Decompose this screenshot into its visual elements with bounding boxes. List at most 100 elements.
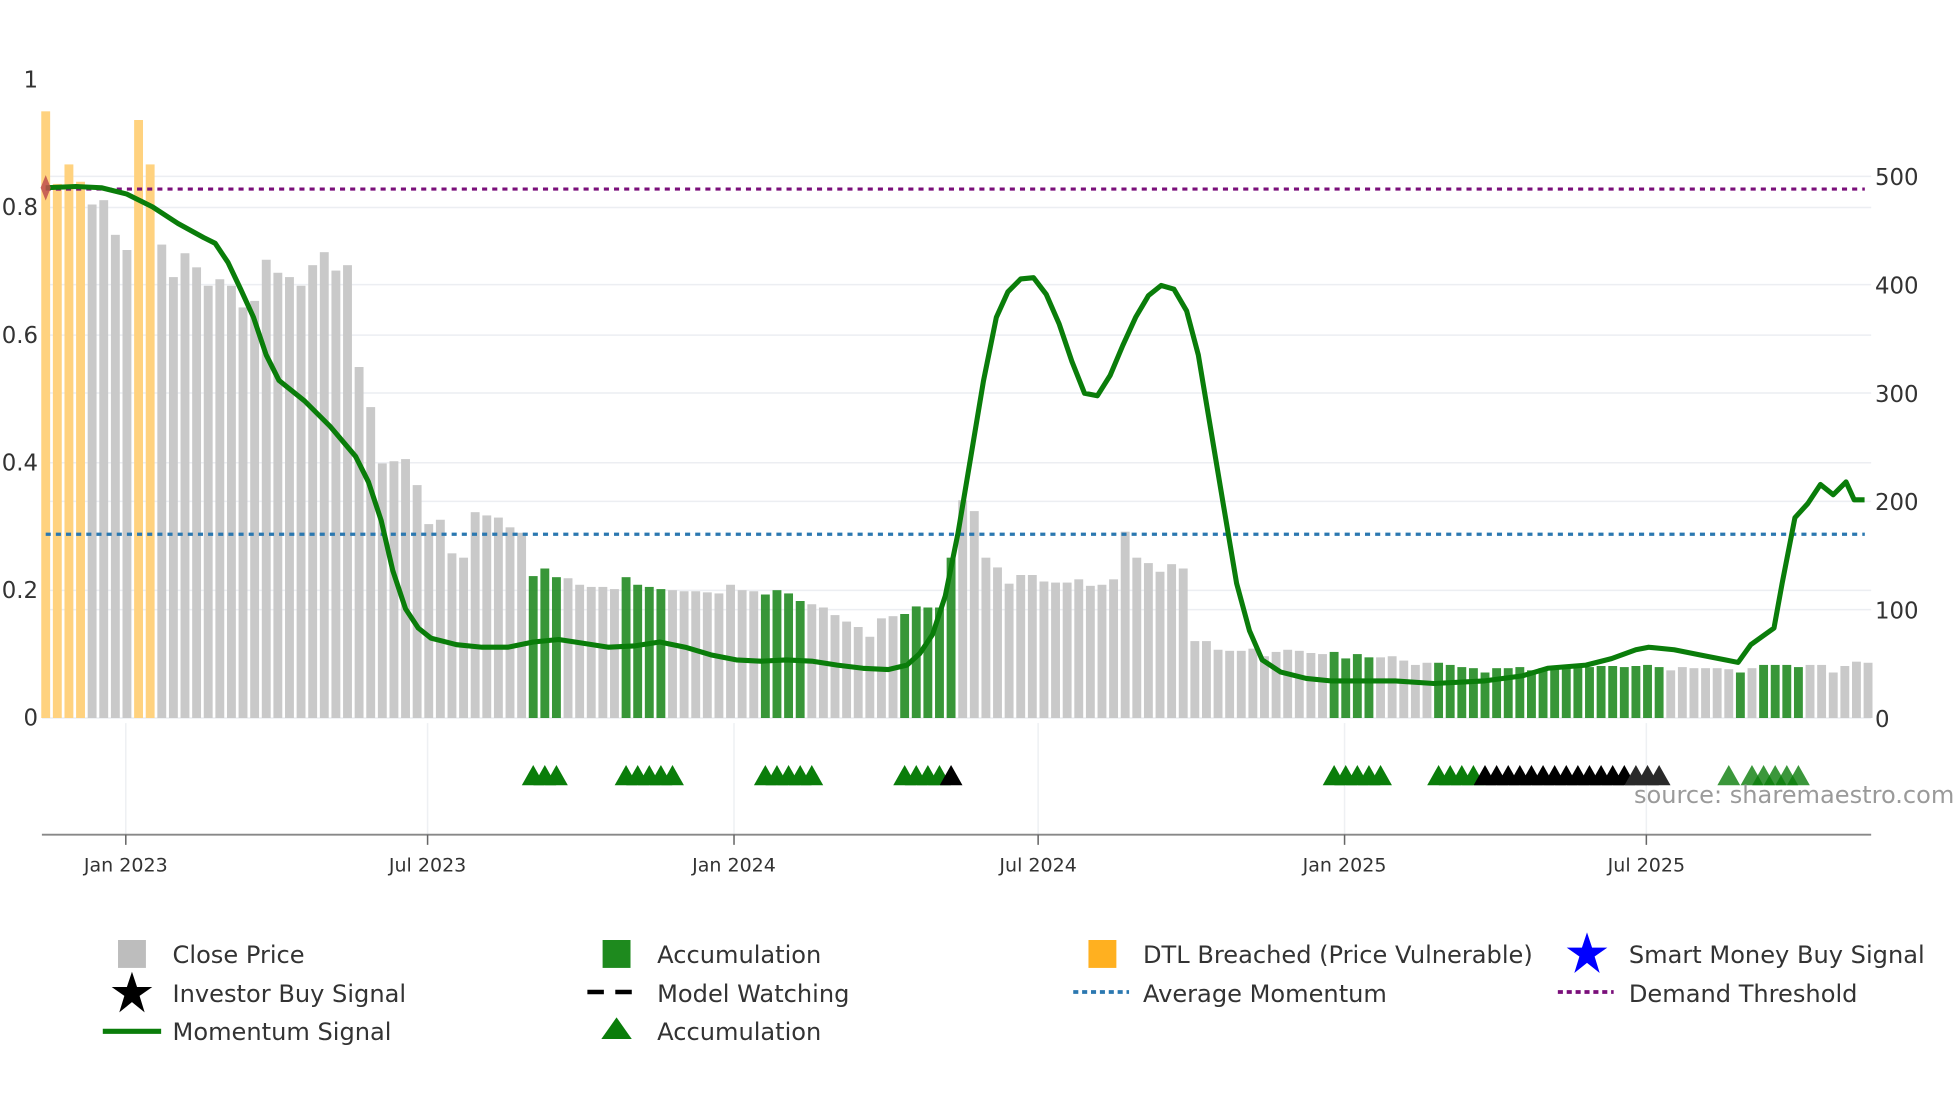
close-price-bar bbox=[1318, 654, 1327, 719]
close-price-bar bbox=[157, 244, 167, 719]
right-tick-label: 300 bbox=[1875, 382, 1919, 408]
legend-momentum-signal: Momentum Signal bbox=[102, 1018, 392, 1046]
accumulation-bar bbox=[1352, 654, 1362, 719]
accumulation-bar bbox=[1492, 668, 1502, 719]
close-price-bar bbox=[296, 285, 306, 719]
close-price-bar bbox=[1840, 666, 1850, 719]
close-price-bar bbox=[1143, 563, 1153, 719]
legend-label: Average Momentum bbox=[1143, 980, 1387, 1008]
dtl-breached-bar bbox=[134, 120, 144, 719]
accumulation-bar bbox=[1643, 664, 1652, 719]
reference-lines bbox=[45, 187, 1865, 536]
close-price-bar bbox=[1190, 641, 1200, 719]
close-price-bar bbox=[1701, 668, 1710, 719]
legend-label: Demand Threshold bbox=[1629, 980, 1858, 1008]
blue-star-icon bbox=[1566, 932, 1608, 973]
x-tick-label: Jan 2025 bbox=[1302, 855, 1387, 877]
close-price-bar bbox=[1201, 641, 1211, 719]
legend-investor-buy: Investor Buy Signal bbox=[111, 971, 406, 1013]
legend-demand-threshold: Demand Threshold bbox=[1557, 980, 1858, 1008]
chart: 0 0.2 0.4 0.6 0.8 1 0 100 200 300 400 500 Jan 2023… bbox=[2, 68, 1955, 1047]
accumulation-bar bbox=[1619, 667, 1629, 719]
close-price-bar bbox=[853, 627, 863, 719]
left-tick-label: 1 bbox=[24, 68, 39, 94]
close-price-bar bbox=[1109, 579, 1119, 719]
legend-model-watching: Model Watching bbox=[587, 980, 849, 1008]
close-price-bar bbox=[424, 524, 434, 719]
dtl-breached-bar bbox=[64, 164, 74, 719]
dtl-swatch bbox=[1088, 940, 1117, 968]
legend-dtl-breached: DTL Breached (Price Vulnerable) bbox=[1088, 940, 1533, 969]
close-price-bar bbox=[610, 589, 619, 719]
close-price-bar bbox=[679, 591, 689, 719]
accumulation-bar bbox=[1770, 664, 1780, 719]
close-price-bar bbox=[1236, 650, 1246, 719]
x-tick-label: Jul 2025 bbox=[1607, 855, 1685, 877]
right-tick-label: 100 bbox=[1875, 599, 1919, 625]
close-price-bar bbox=[993, 567, 1002, 719]
left-axis: 0 0.2 0.4 0.6 0.8 1 bbox=[2, 68, 38, 732]
close-price-bar bbox=[99, 200, 109, 719]
legend-label: Accumulation bbox=[657, 1018, 821, 1046]
close-price-bar bbox=[435, 519, 445, 719]
accumulation-bar bbox=[1457, 667, 1467, 719]
accumulation-bar bbox=[1434, 662, 1444, 719]
signal-panel bbox=[521, 764, 1810, 786]
right-axis: 0 100 200 300 400 500 bbox=[1875, 165, 1919, 733]
close-price-bar bbox=[1387, 656, 1397, 719]
close-price-bar bbox=[203, 285, 213, 719]
accumulation-bar bbox=[1631, 666, 1641, 719]
close-price-bar bbox=[1376, 657, 1385, 719]
accumulation-bar bbox=[1538, 668, 1548, 719]
close-price-bar bbox=[308, 265, 318, 719]
close-price-bar bbox=[1677, 667, 1687, 719]
legend-label: DTL Breached (Price Vulnerable) bbox=[1143, 941, 1533, 969]
accumulation-bar bbox=[784, 593, 794, 719]
accumulation-bar bbox=[1596, 666, 1606, 719]
accumulation-bar bbox=[1445, 664, 1455, 719]
close-price-bar bbox=[180, 253, 190, 719]
close-price-bar bbox=[726, 584, 735, 719]
x-tick-label: Jan 2024 bbox=[691, 855, 776, 877]
right-tick-label: 0 bbox=[1875, 707, 1890, 733]
close-price-bar bbox=[586, 586, 596, 719]
close-price-bar bbox=[377, 463, 387, 719]
accumulation-bar bbox=[1364, 657, 1374, 719]
close-price-bar bbox=[1689, 668, 1699, 719]
close-price-bar bbox=[354, 367, 364, 719]
close-price-bar bbox=[122, 250, 132, 719]
close-price-bar bbox=[1132, 557, 1142, 719]
close-price-bar bbox=[1062, 582, 1072, 719]
accumulation-bar bbox=[1793, 667, 1803, 719]
close-price-bar bbox=[192, 267, 202, 719]
close-price-bar bbox=[1120, 531, 1130, 719]
close-price-bar bbox=[482, 515, 492, 719]
right-tick-label: 200 bbox=[1875, 490, 1919, 516]
close-price-bar bbox=[238, 307, 248, 719]
close-price-bar bbox=[250, 300, 260, 719]
close-price-bar bbox=[1271, 651, 1281, 719]
close-price-bar bbox=[1178, 568, 1188, 719]
x-tick-label: Jul 2023 bbox=[388, 855, 466, 877]
accumulation-bar bbox=[528, 576, 538, 719]
accumulation-bar bbox=[1585, 667, 1594, 719]
close-price-bar bbox=[459, 557, 469, 719]
close-price-bar bbox=[273, 272, 283, 719]
close-price-bar bbox=[598, 586, 608, 719]
x-axis: Jan 2023 Jul 2023 Jan 2024 Jul 2024 Jan 2025… bbox=[83, 834, 1685, 877]
close-price-bar bbox=[1410, 664, 1420, 719]
x-tick-label: Jul 2024 bbox=[998, 855, 1076, 877]
close-price-bar bbox=[1155, 571, 1165, 719]
close-price-bar bbox=[215, 279, 225, 719]
close-price-bar bbox=[319, 252, 329, 719]
x-tick-label: Jan 2023 bbox=[83, 855, 168, 877]
accumulation-bar bbox=[644, 586, 654, 719]
close-price-bar bbox=[401, 459, 410, 719]
accumulation-bar bbox=[1735, 672, 1745, 719]
close-price-bar bbox=[87, 204, 97, 719]
accumulation-bar bbox=[1561, 667, 1571, 719]
close-price-bar bbox=[285, 277, 294, 719]
close-price-bar bbox=[366, 407, 376, 719]
accumulation-bar bbox=[1654, 667, 1664, 719]
close-price-bar bbox=[1294, 650, 1304, 719]
